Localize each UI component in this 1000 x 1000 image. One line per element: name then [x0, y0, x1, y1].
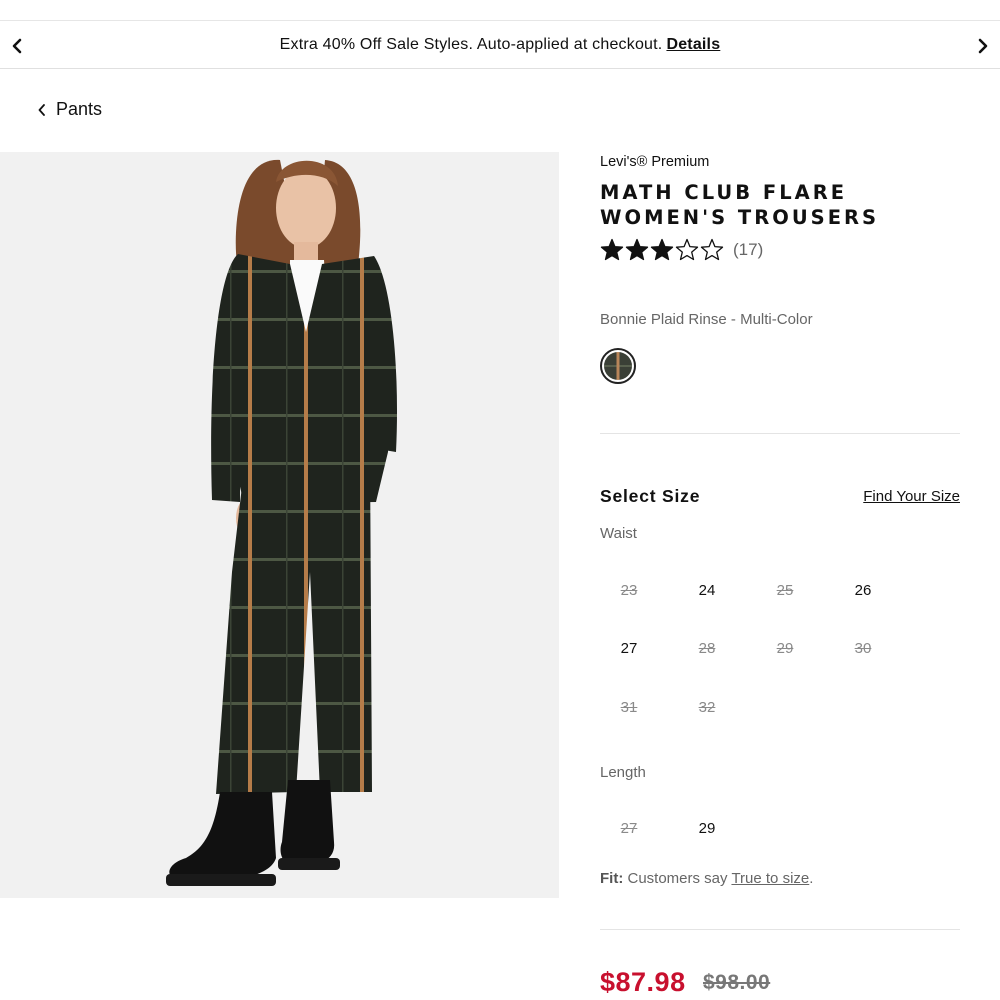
product-rating[interactable]: (17)	[600, 238, 763, 262]
chevron-left-icon	[38, 103, 45, 116]
star-filled-icon	[650, 238, 674, 261]
waist-label: Waist	[600, 525, 637, 542]
star-filled-icon	[625, 238, 649, 261]
fit-link[interactable]: True to size	[731, 870, 809, 887]
original-price: $98.00	[703, 971, 771, 994]
fit-label: Fit:	[600, 870, 624, 887]
product-brand: Levi's® Premium	[600, 154, 710, 170]
promo-banner: Extra 40% Off Sale Styles. Auto-applied …	[0, 22, 1000, 69]
product-image[interactable]	[0, 152, 559, 898]
breadcrumb-back-link[interactable]: Pants	[38, 99, 102, 120]
waist-size-option-30[interactable]: 30	[833, 634, 893, 664]
star-filled-icon	[600, 238, 624, 261]
rating-stars	[600, 238, 725, 262]
color-swatch-selected[interactable]	[600, 348, 636, 384]
waist-size-option-27[interactable]: 27	[599, 634, 659, 664]
promo-text: Extra 40% Off Sale Styles. Auto-applied …	[279, 36, 663, 53]
waist-size-option-23[interactable]: 23	[599, 575, 659, 605]
length-size-option-29[interactable]: 29	[677, 813, 737, 843]
length-label: Length	[600, 764, 646, 781]
divider	[600, 929, 960, 930]
sale-price: $87.98	[600, 967, 686, 997]
length-size-option-27[interactable]: 27	[599, 813, 659, 843]
star-empty-icon	[675, 238, 699, 261]
color-name: Bonnie Plaid Rinse - Multi-Color	[600, 311, 813, 328]
waist-size-option-31[interactable]: 31	[599, 692, 659, 722]
color-swatch-fill	[604, 352, 632, 380]
promo-details-link[interactable]: Details	[666, 36, 720, 54]
chevron-left-icon	[12, 38, 22, 53]
waist-size-option-24[interactable]: 24	[677, 575, 737, 605]
waist-size-option-26[interactable]: 26	[833, 575, 893, 605]
product-title: MATH CLUB FLARE WOMEN'S TROUSERS	[600, 181, 880, 229]
waist-size-option-32[interactable]: 32	[677, 692, 737, 722]
star-empty-icon	[700, 238, 724, 261]
review-count[interactable]: (17)	[733, 240, 763, 260]
promo-next-button[interactable]	[966, 22, 1000, 69]
top-strip	[0, 0, 1000, 21]
find-your-size-link[interactable]: Find Your Size	[863, 488, 960, 505]
select-size-heading: Select Size	[600, 486, 701, 506]
waist-size-option-28[interactable]: 28	[677, 634, 737, 664]
promo-prev-button[interactable]	[0, 22, 34, 69]
divider	[600, 433, 960, 434]
breadcrumb-label: Pants	[56, 99, 103, 119]
fit-end: .	[809, 870, 814, 887]
waist-size-option-29[interactable]: 29	[755, 634, 815, 664]
fit-info: Fit: Customers say True to size.	[600, 870, 813, 887]
waist-size-option-25[interactable]: 25	[755, 575, 815, 605]
chevron-right-icon	[978, 38, 988, 53]
fit-text: Customers say	[627, 870, 728, 887]
product-photo-illustration	[0, 152, 559, 898]
